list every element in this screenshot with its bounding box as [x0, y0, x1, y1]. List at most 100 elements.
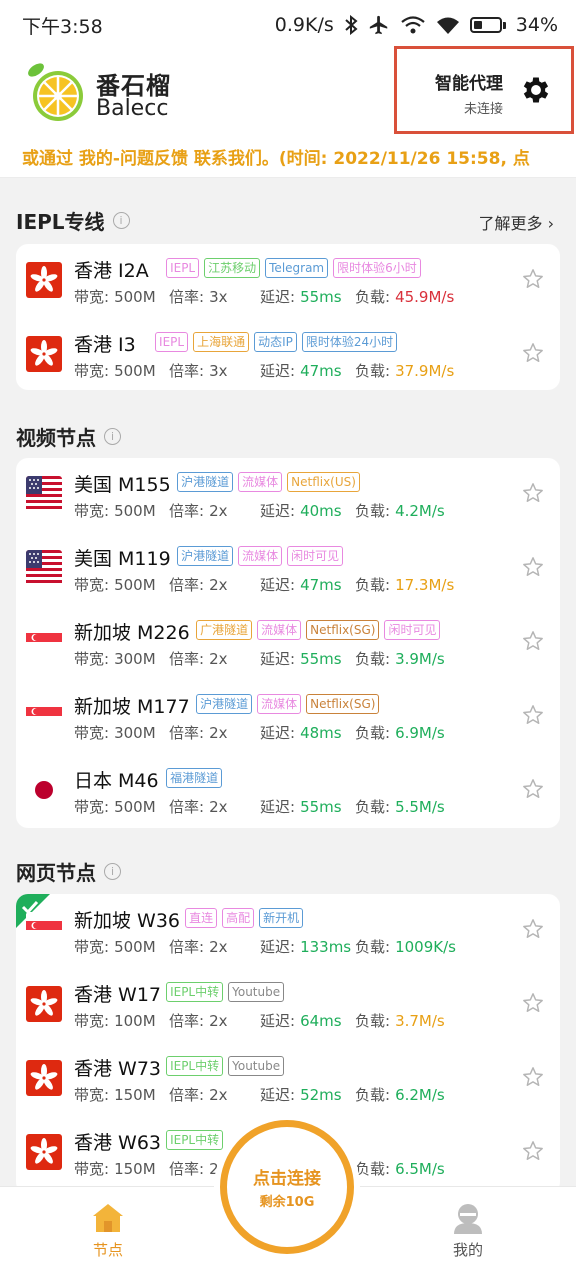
node-tags: 直连 高配 新开机 [185, 908, 304, 928]
node-tags: IEPL中转 Youtube [166, 1056, 285, 1076]
node-tag: Youtube [228, 1056, 285, 1076]
node-tag: 限时体验24小时 [301, 332, 398, 352]
node-name: 香港 I3 [74, 334, 136, 356]
stat-load-label: 负载: [355, 1012, 391, 1030]
proxy-mode-panel[interactable]: 智能代理 未连接 [394, 46, 574, 134]
node-tag: 新开机 [259, 908, 304, 928]
node-tag: 沪港隧道 [196, 694, 253, 714]
node-tag: Youtube [228, 982, 285, 1002]
node-tag: 直连 [185, 908, 218, 928]
node-name: 新加坡 M177 [74, 696, 190, 718]
stat-latency-value: 47ms [300, 362, 342, 380]
stat-bandwidth-label: 带宽: [74, 650, 110, 668]
star-icon[interactable] [522, 482, 544, 504]
stat-load-value: 4.2M/s [395, 502, 445, 520]
star-icon[interactable] [522, 778, 544, 800]
star-icon[interactable] [522, 1140, 544, 1162]
brand-name-en: Balecc [96, 96, 169, 121]
us-flag-icon [26, 550, 62, 586]
stat-multiplier-label: 倍率: [169, 1086, 205, 1104]
chevron-right-icon: › [547, 214, 554, 233]
airplane-icon [369, 15, 388, 35]
connect-label: 点击连接 [253, 1169, 321, 1189]
node-tags: 沪港隧道 流媒体 Netflix(SG) [196, 694, 380, 714]
singapore-flag-icon [26, 624, 62, 660]
section-title-iepl: IEPL专线 i [16, 206, 130, 235]
star-icon[interactable] [522, 630, 544, 652]
learn-more-link[interactable]: 了解更多 › [478, 210, 554, 234]
stat-load-label: 负载: [355, 1086, 391, 1104]
connect-button[interactable]: 点击连接 剩余10G [220, 1120, 354, 1254]
stat-latency-label: 延迟: [260, 288, 296, 306]
stat-bandwidth-label: 带宽: [74, 1160, 110, 1178]
stat-multiplier-value: 2x [209, 938, 228, 956]
stat-bandwidth-value: 150M [114, 1086, 156, 1104]
star-icon[interactable] [522, 1066, 544, 1088]
bluetooth-icon [345, 15, 358, 35]
stat-latency: 延迟: 55ms [260, 648, 342, 669]
stat-bandwidth-label: 带宽: [74, 362, 110, 380]
stat-bandwidth-value: 100M [114, 1012, 156, 1030]
stat-multiplier-value: 2x [209, 502, 228, 520]
node-row[interactable]: 香港 W17 IEPL中转 Youtube 带宽: 100M 倍率: 2x 延迟: 64ms 负载… [16, 968, 560, 1042]
stat-multiplier: 倍率: 2x [169, 796, 227, 817]
stat-load-value: 1009K/s [395, 938, 456, 956]
star-icon[interactable] [522, 342, 544, 364]
gear-icon[interactable] [519, 73, 553, 107]
node-name: 日本 M46 [74, 770, 159, 792]
stat-bandwidth: 带宽: 300M [74, 648, 156, 669]
node-tags: IEPL中转 Youtube [166, 982, 285, 1002]
stat-latency-value: 55ms [300, 650, 342, 668]
stat-multiplier-value: 3x [209, 288, 228, 306]
stat-load: 负载: 3.9M/s [355, 648, 445, 669]
stat-load-value: 17.3M/s [395, 576, 455, 594]
node-row[interactable]: 美国 M155 沪港隧道 流媒体 Netflix(US) 带宽: 500M 倍率: 2x 延迟:… [16, 458, 560, 532]
stat-latency: 延迟: 47ms [260, 574, 342, 595]
hong-kong-flag-icon [26, 1134, 62, 1170]
stat-bandwidth-value: 500M [114, 938, 156, 956]
stat-multiplier-label: 倍率: [169, 938, 205, 956]
stat-bandwidth: 带宽: 500M [74, 286, 156, 307]
nav-tab-mine[interactable]: 我的 [428, 1201, 508, 1260]
star-icon[interactable] [522, 556, 544, 578]
stat-multiplier-value: 2x [209, 798, 228, 816]
stat-latency-label: 延迟: [260, 1012, 296, 1030]
stat-latency-value: 64ms [300, 1012, 342, 1030]
node-tag: Netflix(SG) [306, 694, 380, 714]
node-row[interactable]: 日本 M46 福港隧道 带宽: 500M 倍率: 2x 延迟: 55ms 负载: 5.5M/s [16, 754, 560, 828]
star-icon[interactable] [522, 992, 544, 1014]
node-row[interactable]: 新加坡 M177 沪港隧道 流媒体 Netflix(SG) 带宽: 300M 倍率: 2x 延迟… [16, 680, 560, 754]
stat-multiplier-value: 3x [209, 362, 228, 380]
stat-bandwidth-label: 带宽: [74, 798, 110, 816]
info-icon[interactable]: i [104, 428, 121, 445]
node-row[interactable]: 美国 M119 沪港隧道 流媒体 闲时可见 带宽: 500M 倍率: 2x 延迟: 47ms 负载:… [16, 532, 560, 606]
node-tag: 闲时可见 [384, 620, 441, 640]
announcement-marquee[interactable]: 或通过 我的-问题反馈 联系我们。(时间: 2022/11/26 15:58, … [0, 138, 576, 178]
star-icon[interactable] [522, 268, 544, 290]
node-row[interactable]: 新加坡 W36 直连 高配 新开机 带宽: 500M 倍率: 2x 延迟: 133ms 负载: 100… [16, 894, 560, 968]
node-row[interactable]: 香港 I2A IEPL 江苏移动 Telegram 限时体验6小时 带宽: 500M 倍率: 3… [16, 244, 560, 318]
stat-multiplier-label: 倍率: [169, 724, 205, 742]
stat-latency: 延迟: 47ms [260, 360, 342, 381]
stat-bandwidth: 带宽: 150M [74, 1084, 156, 1105]
stat-load-label: 负载: [355, 938, 391, 956]
star-icon[interactable] [522, 704, 544, 726]
learn-more-label: 了解更多 [478, 214, 543, 233]
star-icon[interactable] [522, 918, 544, 940]
stat-load-value: 3.7M/s [395, 1012, 445, 1030]
node-tag: IEPL中转 [166, 1130, 224, 1150]
node-tag: Netflix(US) [287, 472, 360, 492]
nav-tab-nodes[interactable]: 节点 [68, 1201, 148, 1260]
info-icon[interactable]: i [104, 863, 121, 880]
stat-bandwidth: 带宽: 150M [74, 1158, 156, 1179]
node-tag: 闲时可见 [287, 546, 344, 566]
node-row[interactable]: 香港 W73 IEPL中转 Youtube 带宽: 150M 倍率: 2x 延迟: 52ms 负载… [16, 1042, 560, 1116]
stat-latency-value: 55ms [300, 288, 342, 306]
info-icon[interactable]: i [112, 212, 130, 229]
stat-latency: 延迟: 40ms [260, 500, 342, 521]
stat-latency-label: 延迟: [260, 502, 296, 520]
network-speed: 0.9K/s [274, 14, 334, 36]
node-tag: 沪港隧道 [177, 546, 234, 566]
node-row[interactable]: 新加坡 M226 广港隧道 流媒体 Netflix(SG) 闲时可见 带宽: 300M 倍率:… [16, 606, 560, 680]
node-row[interactable]: 香港 I3 IEPL 上海联通 动态IP 限时体验24小时 带宽: 500M 倍率: 3x 延迟:… [16, 318, 560, 392]
